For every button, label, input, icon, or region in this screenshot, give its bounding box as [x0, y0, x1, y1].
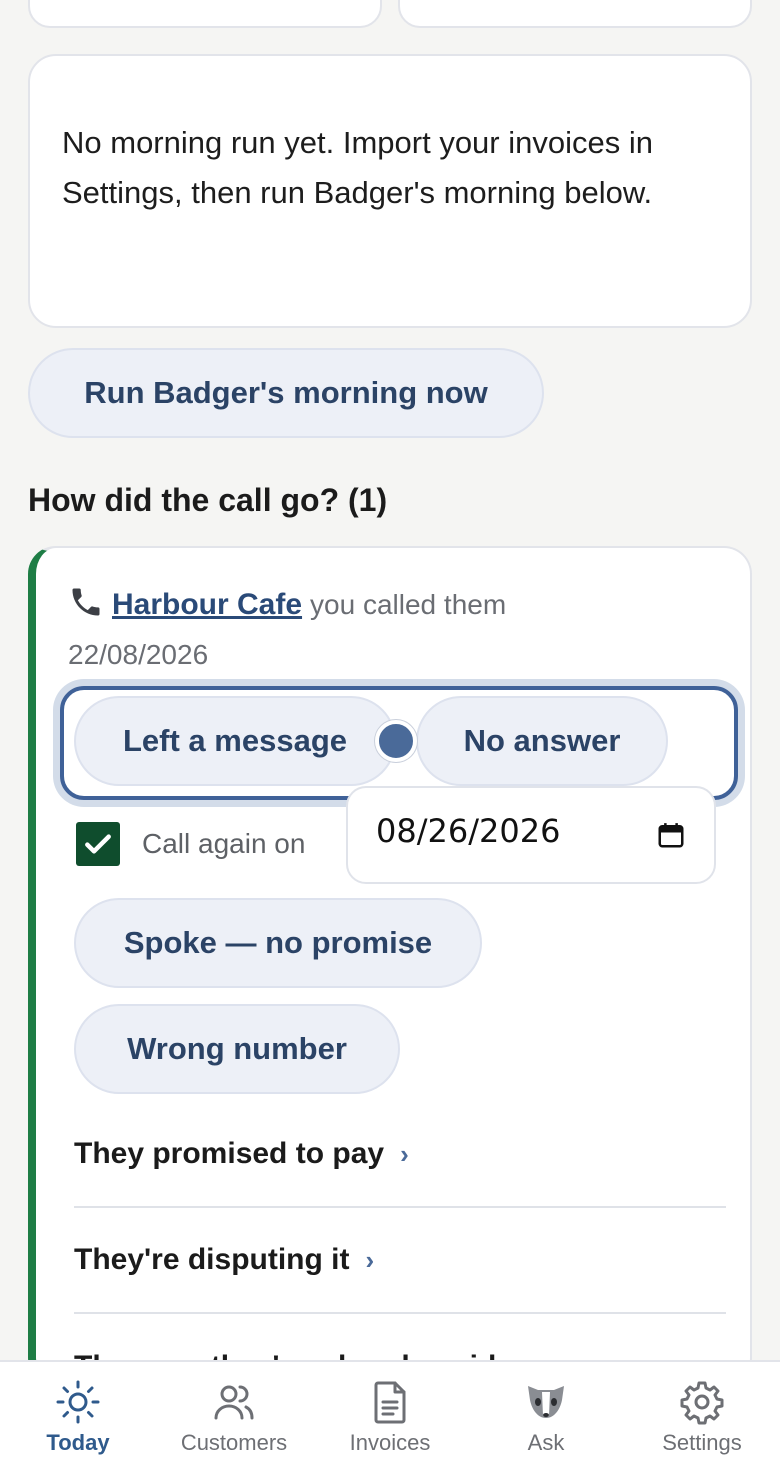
call-again-label: Call again on — [142, 828, 306, 859]
selection-dot[interactable] — [375, 720, 417, 762]
bottom-nav: Today Customers Invoices Ask Settings — [0, 1360, 780, 1480]
call-note: you called them — [310, 589, 507, 620]
chevron-right-icon: › — [365, 1244, 375, 1275]
disputing-label: They're disputing it — [74, 1243, 350, 1276]
morning-run-info-card: No morning run yet. Import your invoices… — [28, 54, 752, 328]
call-header: Harbour Cafe you called them 22/08/2026 — [68, 580, 668, 680]
spoke-no-promise-button[interactable]: Spoke — no promise — [74, 898, 482, 988]
badger-icon — [528, 1386, 564, 1418]
promised-to-pay-label: They promised to pay — [74, 1137, 385, 1170]
document-icon — [374, 1381, 406, 1424]
check-icon — [85, 834, 111, 854]
chevron-right-icon: › — [400, 1138, 409, 1169]
nav-settings-label: Settings — [662, 1430, 742, 1455]
disputing-row[interactable]: They're disputing it › — [74, 1208, 726, 1314]
nav-customers-label: Customers — [180, 1430, 288, 1455]
call-outcome-card: Harbour Cafe you called them 22/08/2026 L… — [28, 546, 752, 1386]
nav-today[interactable]: Today — [0, 1362, 156, 1480]
calendar-icon[interactable] — [656, 820, 686, 850]
phone-icon — [72, 588, 100, 616]
nav-today-label: Today — [46, 1430, 110, 1455]
call-again-checkbox[interactable] — [76, 822, 120, 866]
nav-ask[interactable]: Ask — [468, 1362, 624, 1480]
section-title: How did the call go? (1) — [28, 482, 388, 518]
nav-customers[interactable]: Customers — [156, 1362, 312, 1480]
call-date: 22/08/2026 — [68, 639, 209, 670]
summary-card-left — [28, 0, 382, 28]
call-again-date-value: 08/26/2026 — [376, 812, 561, 850]
nav-settings[interactable]: Settings — [624, 1362, 780, 1480]
users-icon — [214, 1385, 254, 1420]
promised-to-pay-row[interactable]: They promised to pay › — [74, 1102, 726, 1208]
morning-run-message: No morning run yet. Import your invoices… — [62, 125, 653, 210]
run-morning-button[interactable]: Run Badger's morning now — [28, 348, 544, 438]
sun-icon — [56, 1380, 100, 1424]
nav-invoices[interactable]: Invoices — [312, 1362, 468, 1480]
no-answer-button[interactable]: No answer — [416, 696, 668, 786]
customer-link[interactable]: Harbour Cafe — [112, 588, 302, 621]
call-again-date-input[interactable]: 08/26/2026 — [346, 786, 716, 884]
wrong-number-button[interactable]: Wrong number — [74, 1004, 400, 1094]
nav-ask-label: Ask — [527, 1430, 565, 1455]
summary-card-right — [398, 0, 752, 28]
nav-invoices-label: Invoices — [349, 1430, 431, 1455]
left-message-button[interactable]: Left a message — [74, 696, 396, 786]
gear-icon — [680, 1381, 724, 1425]
call-again-row: Call again on — [76, 810, 305, 878]
